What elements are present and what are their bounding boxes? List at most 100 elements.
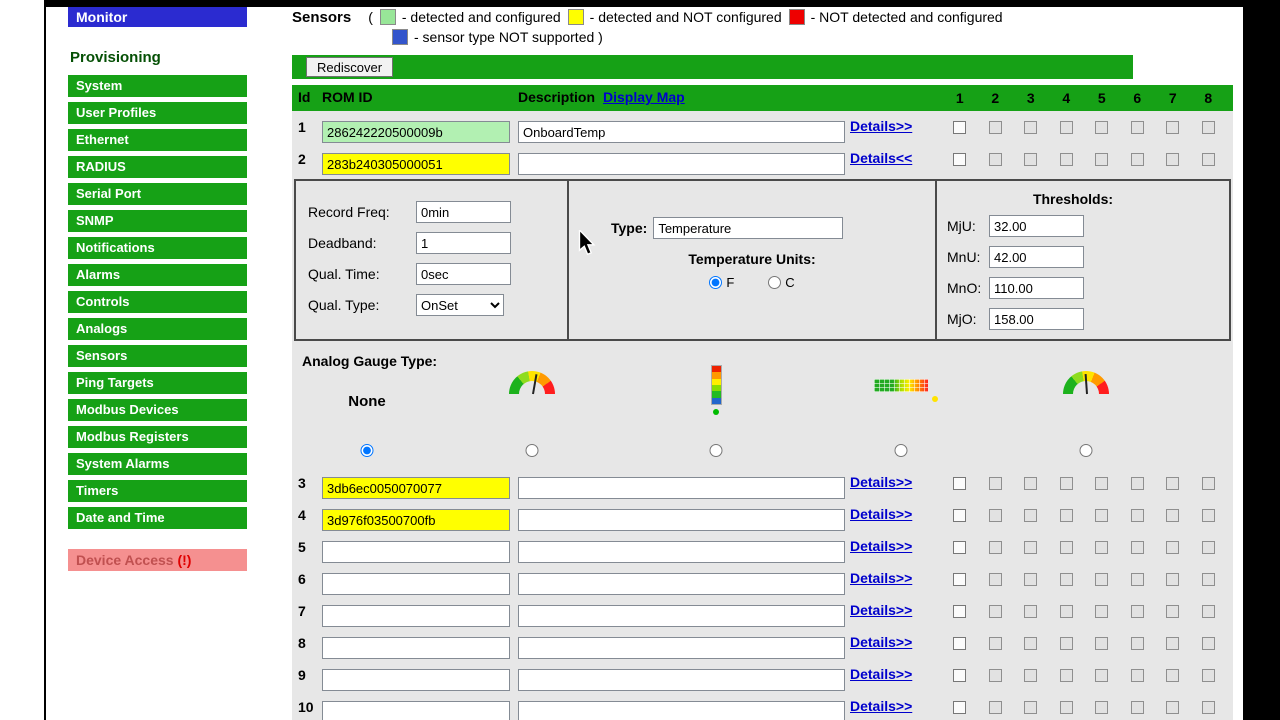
sensor-checkbox[interactable] bbox=[1201, 700, 1215, 714]
sensor-checkbox[interactable] bbox=[1130, 604, 1144, 618]
rom-id-input[interactable] bbox=[322, 509, 510, 531]
sensor-checkbox[interactable] bbox=[1095, 120, 1109, 134]
sensor-checkbox[interactable] bbox=[1024, 572, 1038, 586]
description-input[interactable] bbox=[518, 573, 845, 595]
details-link[interactable]: Details>> bbox=[850, 602, 912, 618]
sensor-checkbox[interactable] bbox=[1201, 508, 1215, 522]
rediscover-button[interactable]: Rediscover bbox=[306, 57, 394, 77]
sensor-checkbox[interactable] bbox=[1059, 476, 1073, 490]
qual-type-select[interactable]: OnSet bbox=[416, 294, 504, 316]
gauge-radio-none[interactable] bbox=[360, 444, 374, 457]
description-input[interactable] bbox=[518, 605, 845, 627]
sidebar-item-controls[interactable]: Controls bbox=[68, 291, 247, 313]
rom-id-input[interactable] bbox=[322, 701, 510, 720]
sidebar-item-system-alarms[interactable]: System Alarms bbox=[68, 453, 247, 475]
sidebar-item-system[interactable]: System bbox=[68, 75, 247, 97]
details-link[interactable]: Details>> bbox=[850, 570, 912, 586]
rom-id-input[interactable] bbox=[322, 153, 510, 175]
sensor-checkbox[interactable] bbox=[953, 152, 967, 166]
sensor-checkbox[interactable] bbox=[1130, 540, 1144, 554]
sensor-checkbox[interactable] bbox=[1201, 476, 1215, 490]
sidebar-item-modbus-registers[interactable]: Modbus Registers bbox=[68, 426, 247, 448]
sensor-checkbox[interactable] bbox=[1201, 152, 1215, 166]
mjo-input[interactable] bbox=[989, 308, 1084, 330]
sensor-checkbox[interactable] bbox=[1130, 668, 1144, 682]
sensor-checkbox[interactable] bbox=[988, 572, 1002, 586]
deadband-input[interactable] bbox=[416, 232, 511, 254]
sensor-checkbox[interactable] bbox=[1059, 120, 1073, 134]
rom-id-input[interactable] bbox=[322, 637, 510, 659]
sensor-checkbox[interactable] bbox=[1024, 540, 1038, 554]
details-link[interactable]: Details>> bbox=[850, 538, 912, 554]
gauge-radio-radial-2[interactable] bbox=[1079, 444, 1093, 457]
details-link[interactable]: Details>> bbox=[850, 118, 912, 134]
sensor-checkbox[interactable] bbox=[1166, 636, 1180, 650]
sidebar-item-timers[interactable]: Timers bbox=[68, 480, 247, 502]
sensor-checkbox[interactable] bbox=[1095, 668, 1109, 682]
sensor-checkbox[interactable] bbox=[988, 636, 1002, 650]
sensor-checkbox[interactable] bbox=[1130, 152, 1144, 166]
details-link[interactable]: Details>> bbox=[850, 506, 912, 522]
description-input[interactable] bbox=[518, 637, 845, 659]
sensor-checkbox[interactable] bbox=[1130, 508, 1144, 522]
qual-time-input[interactable] bbox=[416, 263, 511, 285]
gauge-radio-radial[interactable] bbox=[525, 444, 539, 457]
sensor-checkbox[interactable] bbox=[1024, 700, 1038, 714]
mno-input[interactable] bbox=[989, 277, 1084, 299]
sensor-checkbox[interactable] bbox=[1024, 668, 1038, 682]
sensor-checkbox[interactable] bbox=[953, 476, 967, 490]
sensor-checkbox[interactable] bbox=[1166, 540, 1180, 554]
sidebar-item-ethernet[interactable]: Ethernet bbox=[68, 129, 247, 151]
sensor-checkbox[interactable] bbox=[1059, 604, 1073, 618]
sensor-checkbox[interactable] bbox=[1095, 152, 1109, 166]
sensor-checkbox[interactable] bbox=[953, 700, 967, 714]
sensor-checkbox[interactable] bbox=[953, 508, 967, 522]
sensor-checkbox[interactable] bbox=[1059, 700, 1073, 714]
sidebar-item-analogs[interactable]: Analogs bbox=[68, 318, 247, 340]
rom-id-input[interactable] bbox=[322, 605, 510, 627]
sensor-checkbox[interactable] bbox=[953, 636, 967, 650]
sensor-checkbox[interactable] bbox=[1024, 476, 1038, 490]
sensor-checkbox[interactable] bbox=[1095, 700, 1109, 714]
sensor-checkbox[interactable] bbox=[988, 152, 1002, 166]
sensor-checkbox[interactable] bbox=[1095, 636, 1109, 650]
sensor-checkbox[interactable] bbox=[1095, 540, 1109, 554]
description-input[interactable] bbox=[518, 477, 845, 499]
sensor-checkbox[interactable] bbox=[1024, 508, 1038, 522]
sensor-checkbox[interactable] bbox=[1201, 636, 1215, 650]
sensor-checkbox[interactable] bbox=[1166, 700, 1180, 714]
rom-id-input[interactable] bbox=[322, 541, 510, 563]
details-link[interactable]: Details>> bbox=[850, 698, 912, 714]
sensor-checkbox[interactable] bbox=[1130, 636, 1144, 650]
rom-id-input[interactable] bbox=[322, 477, 510, 499]
sensor-checkbox[interactable] bbox=[1024, 604, 1038, 618]
sidebar-item-sensors[interactable]: Sensors bbox=[68, 345, 247, 367]
rom-id-input[interactable] bbox=[322, 121, 510, 143]
gauge-radio-horizontal-bar[interactable] bbox=[894, 444, 908, 457]
sensor-checkbox[interactable] bbox=[1059, 152, 1073, 166]
sensor-checkbox[interactable] bbox=[988, 508, 1002, 522]
sidebar-item-ping-targets[interactable]: Ping Targets bbox=[68, 372, 247, 394]
sensor-checkbox[interactable] bbox=[1201, 540, 1215, 554]
sensor-checkbox[interactable] bbox=[953, 668, 967, 682]
description-input[interactable] bbox=[518, 541, 845, 563]
sidebar-item-alarms[interactable]: Alarms bbox=[68, 264, 247, 286]
sidebar-item-monitor[interactable]: Monitor bbox=[68, 7, 247, 27]
rom-id-input[interactable] bbox=[322, 573, 510, 595]
description-input[interactable] bbox=[518, 121, 845, 143]
sensor-checkbox[interactable] bbox=[953, 604, 967, 618]
sidebar-item-user-profiles[interactable]: User Profiles bbox=[68, 102, 247, 124]
details-link[interactable]: Details>> bbox=[850, 634, 912, 650]
sensor-checkbox[interactable] bbox=[1024, 636, 1038, 650]
sensor-checkbox[interactable] bbox=[1166, 508, 1180, 522]
record-freq-input[interactable] bbox=[416, 201, 511, 223]
description-input[interactable] bbox=[518, 153, 845, 175]
sidebar-item-serial-port[interactable]: Serial Port bbox=[68, 183, 247, 205]
sensor-checkbox[interactable] bbox=[1130, 572, 1144, 586]
unit-f-radio[interactable] bbox=[709, 276, 723, 289]
sensor-checkbox[interactable] bbox=[1059, 572, 1073, 586]
sensor-checkbox[interactable] bbox=[988, 540, 1002, 554]
sensor-checkbox[interactable] bbox=[1024, 120, 1038, 134]
details-link[interactable]: Details>> bbox=[850, 666, 912, 682]
sensor-checkbox[interactable] bbox=[1095, 508, 1109, 522]
